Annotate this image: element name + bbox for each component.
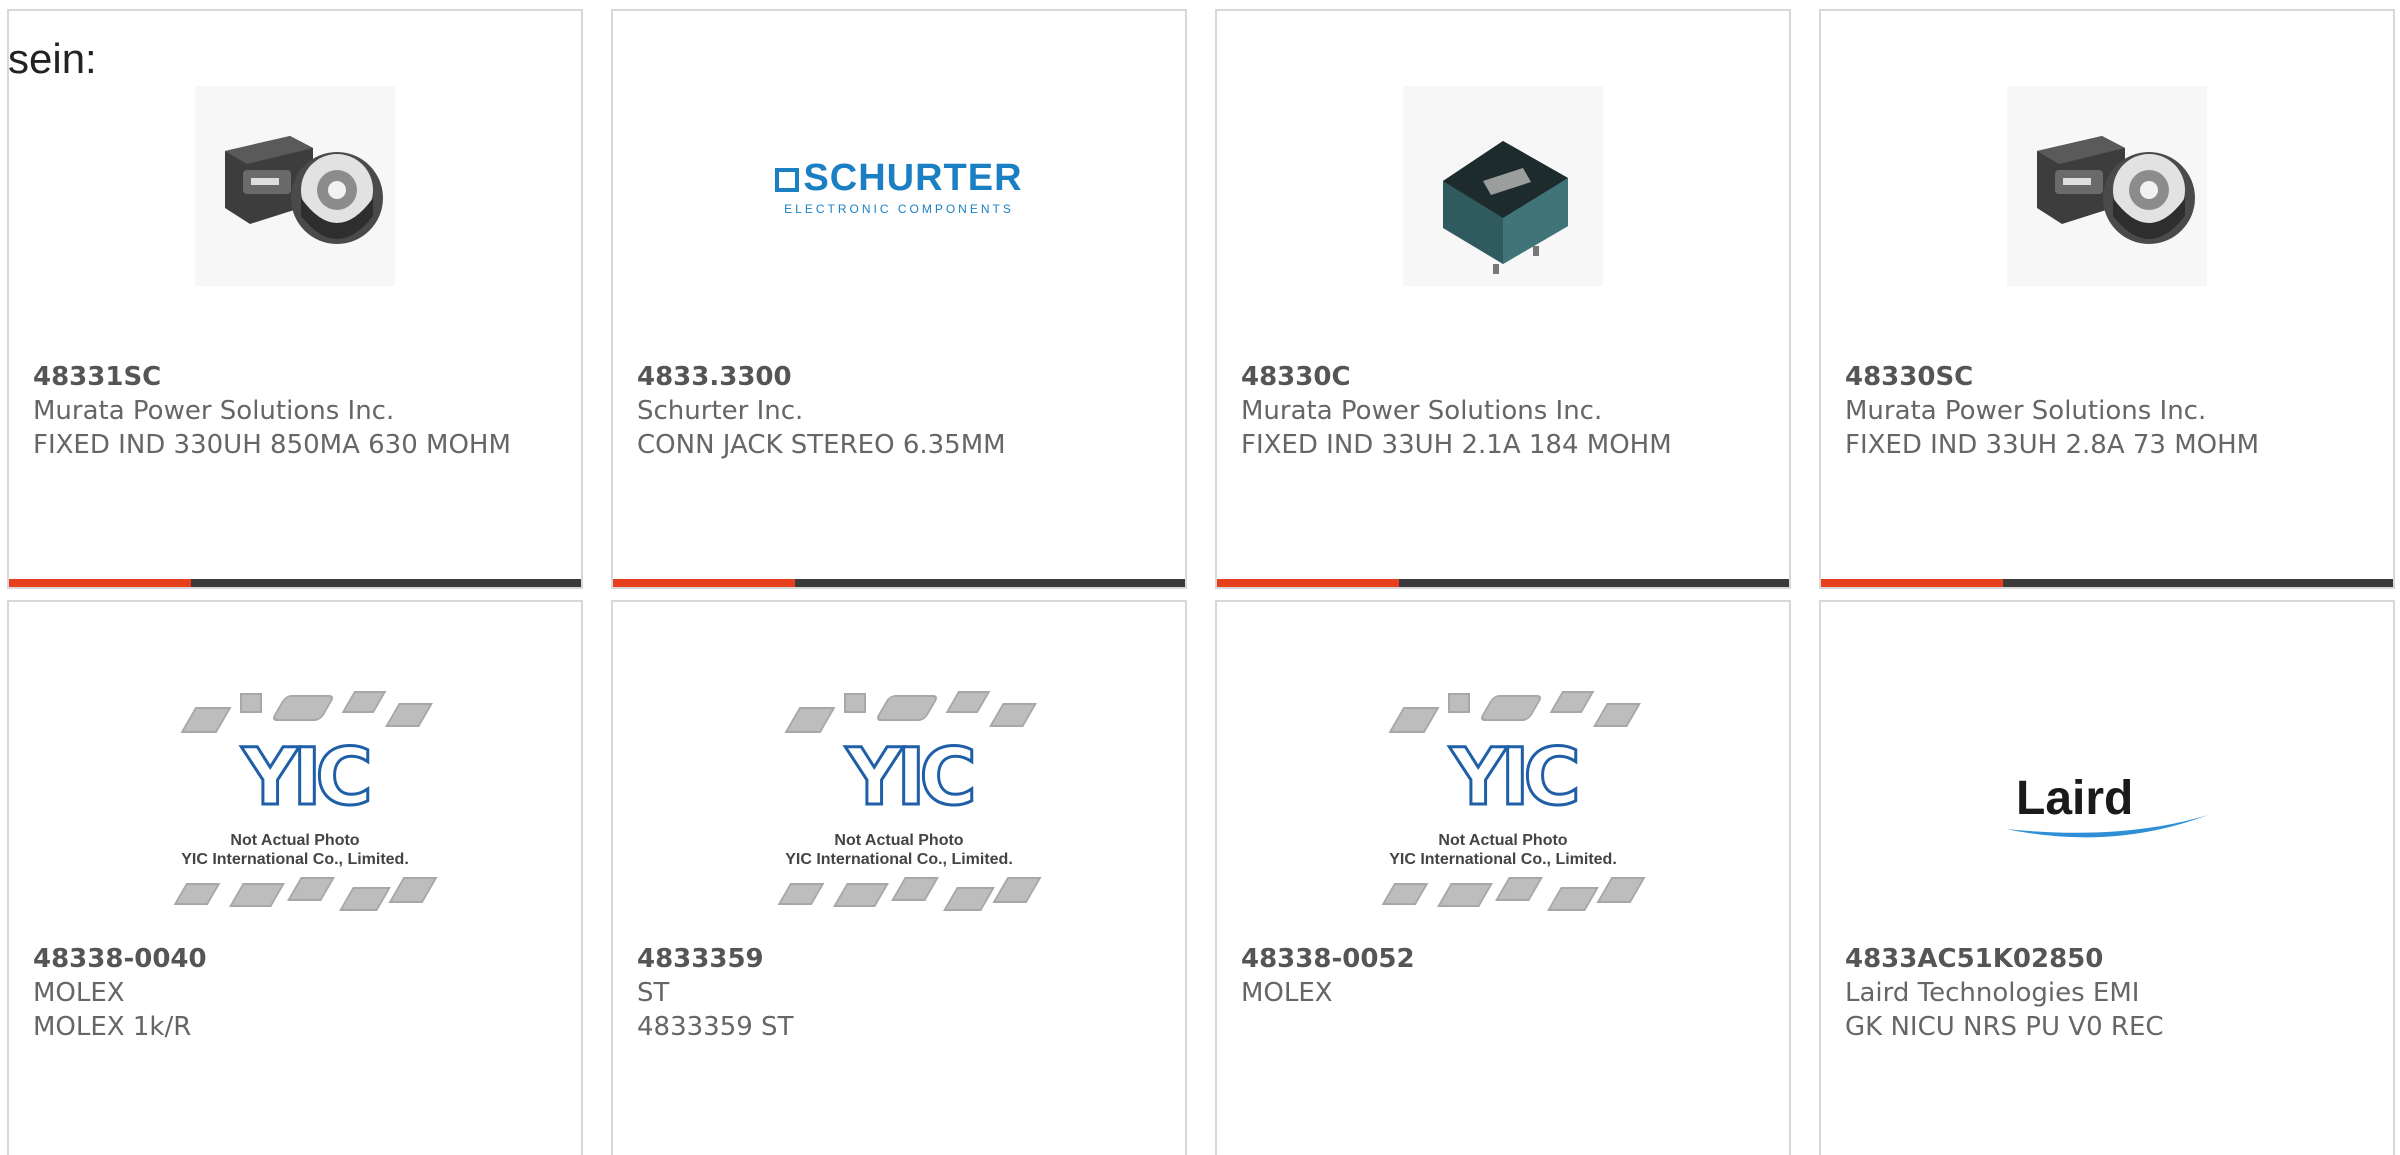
product-image — [1217, 86, 1789, 286]
card-bottom-bar — [1217, 579, 1789, 587]
product-card[interactable]: YIC Not Actual Photo YIC International C… — [7, 600, 583, 1155]
laird-logo-icon: Laird — [2002, 767, 2212, 847]
manufacturer: Murata Power Solutions Inc. — [1241, 396, 1603, 426]
part-number[interactable]: 4833359 — [637, 942, 1161, 976]
product-image — [9, 86, 581, 286]
yic-placeholder-icon: YIC Not Actual Photo YIC International C… — [160, 687, 438, 927]
description: FIXED IND 33UH 2.1A 184 MOHM — [1241, 430, 1672, 460]
schurter-logo-subtext: ELECTRONIC COMPONENTS — [784, 201, 1014, 216]
placeholder-caption-line1: Not Actual Photo — [1438, 832, 1568, 849]
part-number[interactable]: 48338-0040 — [33, 942, 557, 976]
product-card[interactable]: 48330C Murata Power Solutions Inc. FIXED… — [1215, 9, 1791, 589]
manufacturer: MOLEX — [1241, 978, 1333, 1008]
card-accent — [1821, 579, 2003, 587]
product-image: SCHURTER ELECTRONIC COMPONENTS — [613, 86, 1185, 286]
manufacturer: Murata Power Solutions Inc. — [1845, 396, 2207, 426]
card-accent — [1217, 579, 1399, 587]
placeholder-caption-line2: YIC International Co., Limited. — [1389, 851, 1617, 868]
description: FIXED IND 33UH 2.8A 73 MOHM — [1845, 430, 2260, 460]
product-image: YIC Not Actual Photo YIC International C… — [9, 682, 581, 932]
card-bottom-bar — [613, 579, 1185, 587]
shielded-inductor-photo-icon — [1403, 86, 1603, 286]
manufacturer: Murata Power Solutions Inc. — [33, 396, 395, 426]
card-bottom-bar — [1821, 579, 2393, 587]
yic-logo-text: YIC — [241, 733, 375, 823]
card-bottom-bar — [9, 579, 581, 587]
placeholder-caption-line1: Not Actual Photo — [834, 832, 964, 849]
yic-logo-text: YIC — [1449, 733, 1583, 823]
inductor-photo-icon — [2007, 86, 2207, 286]
manufacturer: Laird Technologies EMI — [1845, 978, 2140, 1008]
schurter-logo-text: SCHURTER — [803, 156, 1023, 199]
yic-logo-text: YIC — [845, 733, 979, 823]
product-image — [1821, 86, 2393, 286]
part-number[interactable]: 4833.3300 — [637, 360, 1161, 394]
manufacturer: Schurter Inc. — [637, 396, 804, 426]
product-image: YIC Not Actual Photo YIC International C… — [1217, 682, 1789, 932]
part-number[interactable]: 48330SC — [1845, 360, 2369, 394]
product-grid-page: sein: 48331SC Murata Power Solutions Inc… — [0, 0, 2400, 1155]
part-number[interactable]: 48331SC — [33, 360, 557, 394]
product-card[interactable]: YIC Not Actual Photo YIC International C… — [611, 600, 1187, 1155]
description: GK NICU NRS PU V0 REC — [1845, 1012, 2164, 1042]
manufacturer: ST — [637, 978, 670, 1008]
schurter-logo-icon: SCHURTER ELECTRONIC COMPONENTS — [775, 157, 1022, 216]
product-card[interactable]: 48330SC Murata Power Solutions Inc. FIXE… — [1819, 9, 2395, 589]
placeholder-caption-line2: YIC International Co., Limited. — [785, 851, 1013, 868]
product-card[interactable]: Laird 4833AC51K02850 Laird Technologies … — [1819, 600, 2395, 1155]
part-number[interactable]: 48338-0052 — [1241, 942, 1765, 976]
product-card[interactable]: SCHURTER ELECTRONIC COMPONENTS 4833.3300… — [611, 9, 1187, 589]
card-accent — [9, 579, 191, 587]
manufacturer: MOLEX — [33, 978, 125, 1008]
part-number[interactable]: 4833AC51K02850 — [1845, 942, 2369, 976]
yic-placeholder-icon: YIC Not Actual Photo YIC International C… — [1368, 687, 1646, 927]
product-card[interactable]: 48331SC Murata Power Solutions Inc. FIXE… — [7, 9, 583, 589]
description: MOLEX 1k/R — [33, 1012, 192, 1042]
description: 4833359 ST — [637, 1012, 794, 1042]
placeholder-caption-line2: YIC International Co., Limited. — [181, 851, 409, 868]
yic-placeholder-icon: YIC Not Actual Photo YIC International C… — [764, 687, 1042, 927]
product-image: YIC Not Actual Photo YIC International C… — [613, 682, 1185, 932]
intro-text: sein: — [8, 35, 97, 82]
description: FIXED IND 330UH 850MA 630 MOHM — [33, 430, 511, 460]
description: CONN JACK STEREO 6.35MM — [637, 430, 1006, 460]
product-card[interactable]: YIC Not Actual Photo YIC International C… — [1215, 600, 1791, 1155]
part-number[interactable]: 48330C — [1241, 360, 1765, 394]
inductor-photo-icon — [195, 86, 395, 286]
card-accent — [613, 579, 795, 587]
product-image: Laird — [1821, 682, 2393, 932]
placeholder-caption-line1: Not Actual Photo — [230, 832, 360, 849]
